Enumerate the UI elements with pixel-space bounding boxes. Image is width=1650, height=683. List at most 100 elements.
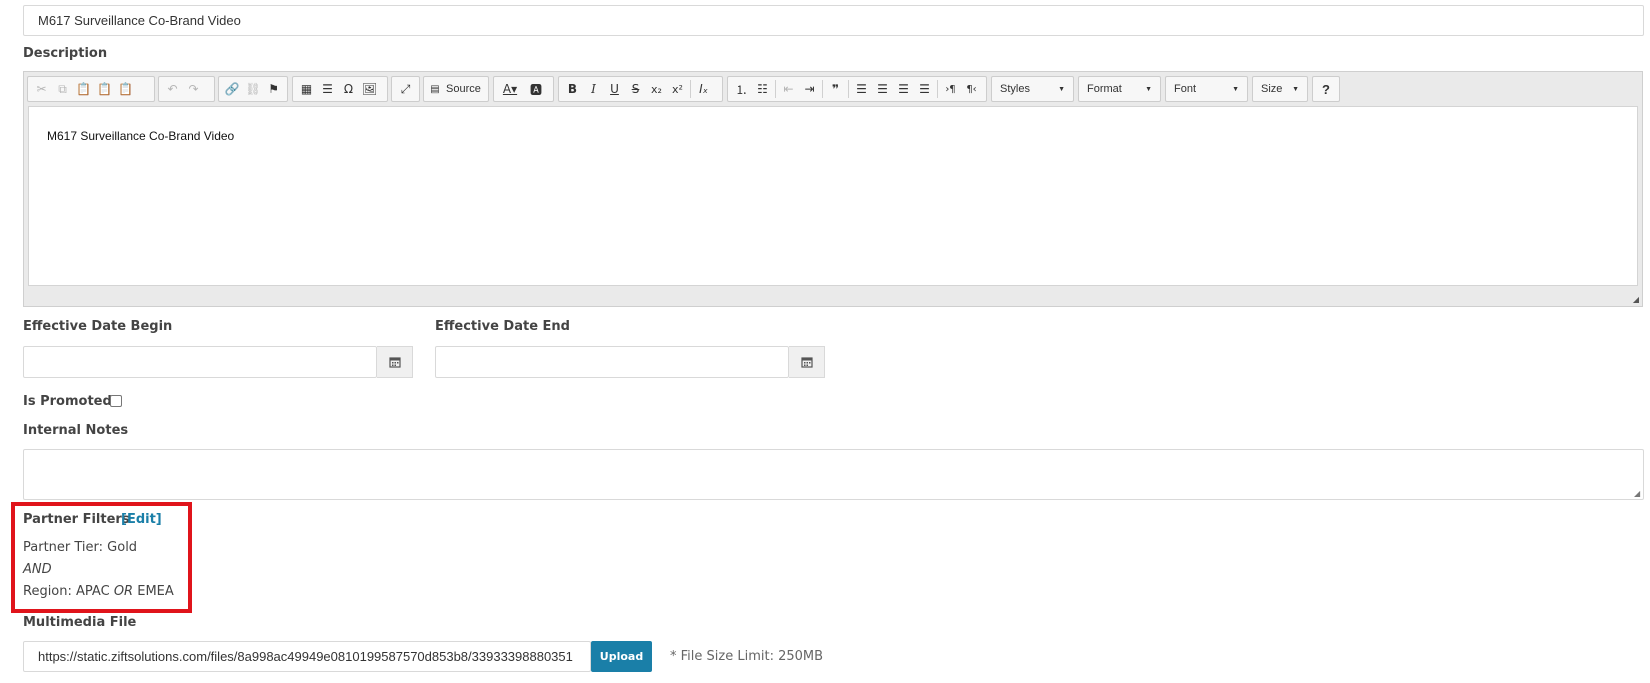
editor-content-area[interactable]: M617 Surveillance Co-Brand Video — [28, 106, 1638, 286]
effective-date-end-input[interactable] — [435, 346, 789, 378]
clipboard-group: ✂ ⧉ 📋 📋 📋 — [27, 76, 155, 102]
is-promoted-label: Is Promoted? — [23, 394, 120, 409]
undo-icon[interactable]: ↶ — [162, 78, 183, 100]
underline-icon[interactable]: U — [604, 78, 625, 100]
region-value-apac: APAC — [76, 584, 110, 599]
subscript-icon[interactable]: x₂ — [646, 78, 667, 100]
effective-date-end-calendar-button[interactable] — [789, 346, 825, 378]
region-filter: Region: APAC OR EMEA — [23, 584, 174, 599]
calendar-icon — [388, 357, 401, 368]
horizontal-rule-icon[interactable]: ☰ — [317, 78, 338, 100]
maximize-icon[interactable]: ⤢ — [395, 78, 416, 100]
font-label: Font — [1174, 83, 1197, 95]
multimedia-file-label: Multimedia File — [23, 615, 137, 630]
calendar-icon — [800, 357, 813, 368]
color-group: A▾ 🅰 — [493, 76, 554, 102]
file-size-limit-text: * File Size Limit: 250MB — [670, 649, 824, 664]
toolbar-separator — [822, 80, 823, 98]
italic-icon[interactable]: I — [583, 78, 604, 100]
justify-icon[interactable]: ☰ — [914, 78, 935, 100]
align-center-icon[interactable]: ☰ — [872, 78, 893, 100]
link-group: 🔗 ⛓ ⚑ — [218, 76, 288, 102]
title-input-value: M617 Surveillance Co-Brand Video — [38, 13, 241, 28]
chevron-down-icon: ▼ — [1145, 85, 1152, 93]
toolbar-separator — [775, 80, 776, 98]
effective-date-begin-label: Effective Date Begin — [23, 319, 173, 334]
effective-date-begin-input[interactable] — [23, 346, 377, 378]
upload-button[interactable]: Upload — [591, 641, 652, 672]
bold-icon[interactable]: B — [562, 78, 583, 100]
region-prefix: Region: — [23, 584, 72, 599]
numbered-list-icon[interactable]: ⒈ — [731, 78, 752, 100]
title-input[interactable]: M617 Surveillance Co-Brand Video — [23, 5, 1644, 36]
basic-styles-group: B I U S x₂ x² Iₓ — [558, 76, 723, 102]
chevron-down-icon: ▼ — [1058, 85, 1065, 93]
cut-icon[interactable]: ✂ — [31, 78, 52, 100]
size-label: Size — [1261, 83, 1283, 95]
chevron-down-icon: ▼ — [1232, 85, 1239, 93]
multimedia-file-value: https://static.ziftsolutions.com/files/8… — [38, 649, 573, 664]
remove-format-icon[interactable]: Iₓ — [693, 78, 714, 100]
paste-word-icon[interactable]: 📋 — [115, 78, 136, 100]
unlink-icon[interactable]: ⛓ — [243, 78, 264, 100]
paragraph-group: ⒈ ☷ ⇤ ⇥ ❞ ☰ ☰ ☰ ☰ ›¶ ¶‹ — [727, 76, 987, 102]
internal-notes-label: Internal Notes — [23, 423, 129, 438]
partner-tier-prefix: Partner Tier: — [23, 540, 104, 555]
rich-text-editor: ✂ ⧉ 📋 📋 📋 ↶ ↷ 🔗 ⛓ ⚑ ▦ ☰ Ω 🖼 ⤢ ▤ Source A… — [23, 71, 1643, 307]
partner-filters-label: Partner Filters — [23, 512, 130, 527]
help-button[interactable]: ? — [1312, 76, 1340, 102]
chevron-down-icon: ▼ — [1292, 85, 1299, 93]
table-icon[interactable]: ▦ — [296, 78, 317, 100]
is-promoted-checkbox[interactable] — [110, 395, 122, 407]
effective-date-end-label: Effective Date End — [435, 319, 570, 334]
link-icon[interactable]: 🔗 — [222, 78, 243, 100]
align-right-icon[interactable]: ☰ — [893, 78, 914, 100]
textarea-resize-handle-icon[interactable]: ◢ — [1634, 489, 1640, 498]
align-left-icon[interactable]: ☰ — [851, 78, 872, 100]
partner-filters-edit-link[interactable]: [Edit] — [121, 512, 162, 527]
superscript-icon[interactable]: x² — [667, 78, 688, 100]
toolbar-separator — [848, 80, 849, 98]
font-dropdown[interactable]: Font ▼ — [1165, 76, 1248, 102]
styles-label: Styles — [1000, 83, 1030, 95]
redo-icon[interactable]: ↷ — [183, 78, 204, 100]
partner-tier-value: Gold — [107, 540, 138, 555]
size-dropdown[interactable]: Size ▼ — [1252, 76, 1308, 102]
format-dropdown[interactable]: Format ▼ — [1078, 76, 1161, 102]
anchor-flag-icon[interactable]: ⚑ — [263, 78, 284, 100]
multimedia-file-input[interactable]: https://static.ziftsolutions.com/files/8… — [23, 641, 591, 672]
ltr-icon[interactable]: ›¶ — [940, 78, 961, 100]
editor-content-text: M617 Surveillance Co-Brand Video — [47, 129, 235, 143]
region-or-operator: OR — [113, 584, 134, 599]
special-char-icon[interactable]: Ω — [338, 78, 359, 100]
image-icon[interactable]: 🖼 — [359, 78, 380, 100]
help-icon: ? — [1322, 81, 1330, 97]
effective-date-begin-calendar-button[interactable] — [377, 346, 413, 378]
paste-text-icon[interactable]: 📋 — [94, 78, 115, 100]
paste-icon[interactable]: 📋 — [73, 78, 94, 100]
description-label: Description — [23, 46, 108, 61]
source-label: Source — [446, 83, 481, 95]
partner-tier-filter: Partner Tier: Gold — [23, 540, 137, 555]
styles-dropdown[interactable]: Styles ▼ — [991, 76, 1074, 102]
toolbar-separator — [937, 80, 938, 98]
decrease-indent-icon[interactable]: ⇤ — [778, 78, 799, 100]
resize-handle-icon[interactable]: ◢ — [1633, 295, 1639, 304]
format-label: Format — [1087, 83, 1122, 95]
copy-icon[interactable]: ⧉ — [52, 78, 73, 100]
internal-notes-textarea[interactable] — [23, 449, 1644, 500]
strikethrough-icon[interactable]: S — [625, 78, 646, 100]
toolbar-separator — [690, 80, 691, 98]
source-icon: ▤ — [430, 83, 440, 95]
undo-group: ↶ ↷ — [158, 76, 215, 102]
insert-group: ▦ ☰ Ω 🖼 — [292, 76, 388, 102]
text-color-icon[interactable]: A▾ — [497, 78, 523, 100]
bulleted-list-icon[interactable]: ☷ — [752, 78, 773, 100]
increase-indent-icon[interactable]: ⇥ — [799, 78, 820, 100]
filter-and-operator: AND — [23, 562, 52, 577]
blockquote-icon[interactable]: ❞ — [825, 78, 846, 100]
rtl-icon[interactable]: ¶‹ — [961, 78, 982, 100]
source-button[interactable]: ▤ Source — [423, 76, 489, 102]
maximize-group: ⤢ — [391, 76, 420, 102]
background-color-icon[interactable]: 🅰 — [523, 78, 549, 100]
